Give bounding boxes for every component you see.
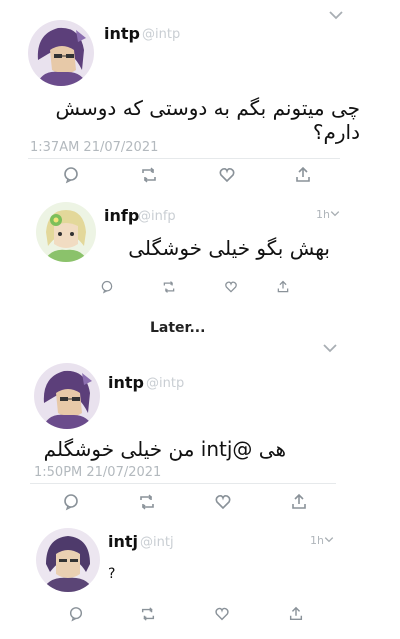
like-icon[interactable] xyxy=(214,493,232,511)
tweet-timestamp: 1:50PM 21/07/2021 xyxy=(34,465,162,480)
like-icon[interactable] xyxy=(218,166,236,184)
author-handle[interactable]: @intp xyxy=(142,27,180,42)
tweet-text: بهش بگو خیلی خوشگلی xyxy=(128,236,330,260)
author-name[interactable]: intp xyxy=(104,24,140,43)
avatar[interactable] xyxy=(34,363,100,429)
like-icon[interactable] xyxy=(224,280,238,294)
chevron-down-icon[interactable] xyxy=(330,210,340,217)
author-name[interactable]: infp xyxy=(104,206,139,225)
action-bar xyxy=(62,493,307,515)
tweet-time-ago: 1h xyxy=(316,208,330,221)
author-handle[interactable]: @intp xyxy=(146,376,184,391)
action-bar xyxy=(62,166,312,188)
time-divider-label: Later... xyxy=(150,320,206,336)
tweet-text: چی میتونم بگم به دوستی که دوسش دارم؟ xyxy=(55,96,360,144)
retweet-icon[interactable] xyxy=(138,493,156,511)
tweet-text: هی @intj من خیلی خوشگلم xyxy=(43,437,286,461)
divider xyxy=(30,483,336,484)
share-icon[interactable] xyxy=(288,606,304,622)
avatar[interactable] xyxy=(28,20,94,86)
retweet-icon[interactable] xyxy=(140,166,158,184)
author-name[interactable]: intj xyxy=(108,532,138,551)
reply-icon[interactable] xyxy=(68,606,84,622)
tweet-1[interactable]: intp @intp چی میتونم بگم به دوستی که دوس… xyxy=(0,0,400,190)
chevron-down-icon[interactable] xyxy=(324,536,334,543)
tweet-timestamp: 1:37AM 21/07/2021 xyxy=(30,140,159,155)
like-icon[interactable] xyxy=(214,606,230,622)
chevron-down-icon[interactable] xyxy=(328,10,344,20)
author-handle[interactable]: @infp xyxy=(138,209,176,224)
author-name[interactable]: intp xyxy=(108,373,144,392)
tweet-text: ? xyxy=(108,566,116,582)
chevron-down-icon[interactable] xyxy=(322,343,338,353)
avatar[interactable] xyxy=(36,528,100,592)
action-bar xyxy=(68,606,308,628)
share-icon[interactable] xyxy=(290,493,308,511)
tweet-3[interactable]: intp @intp هی @intj من خیلی خوشگلم 1:50P… xyxy=(0,335,400,520)
tweet-time-ago: 1h xyxy=(310,534,324,547)
action-bar xyxy=(100,280,290,302)
reply-icon[interactable] xyxy=(62,493,80,511)
divider xyxy=(28,158,340,159)
reply-icon[interactable] xyxy=(100,280,114,294)
author-handle[interactable]: @intj xyxy=(140,535,174,550)
tweet-2[interactable]: infp @infp 1h بهش بگو خیلی خوشگلی xyxy=(0,190,400,310)
share-icon[interactable] xyxy=(276,280,290,294)
tweet-4[interactable]: intj @intj 1h ? xyxy=(0,520,400,639)
share-icon[interactable] xyxy=(294,166,312,184)
retweet-icon[interactable] xyxy=(140,606,156,622)
retweet-icon[interactable] xyxy=(162,280,176,294)
reply-icon[interactable] xyxy=(62,166,80,184)
